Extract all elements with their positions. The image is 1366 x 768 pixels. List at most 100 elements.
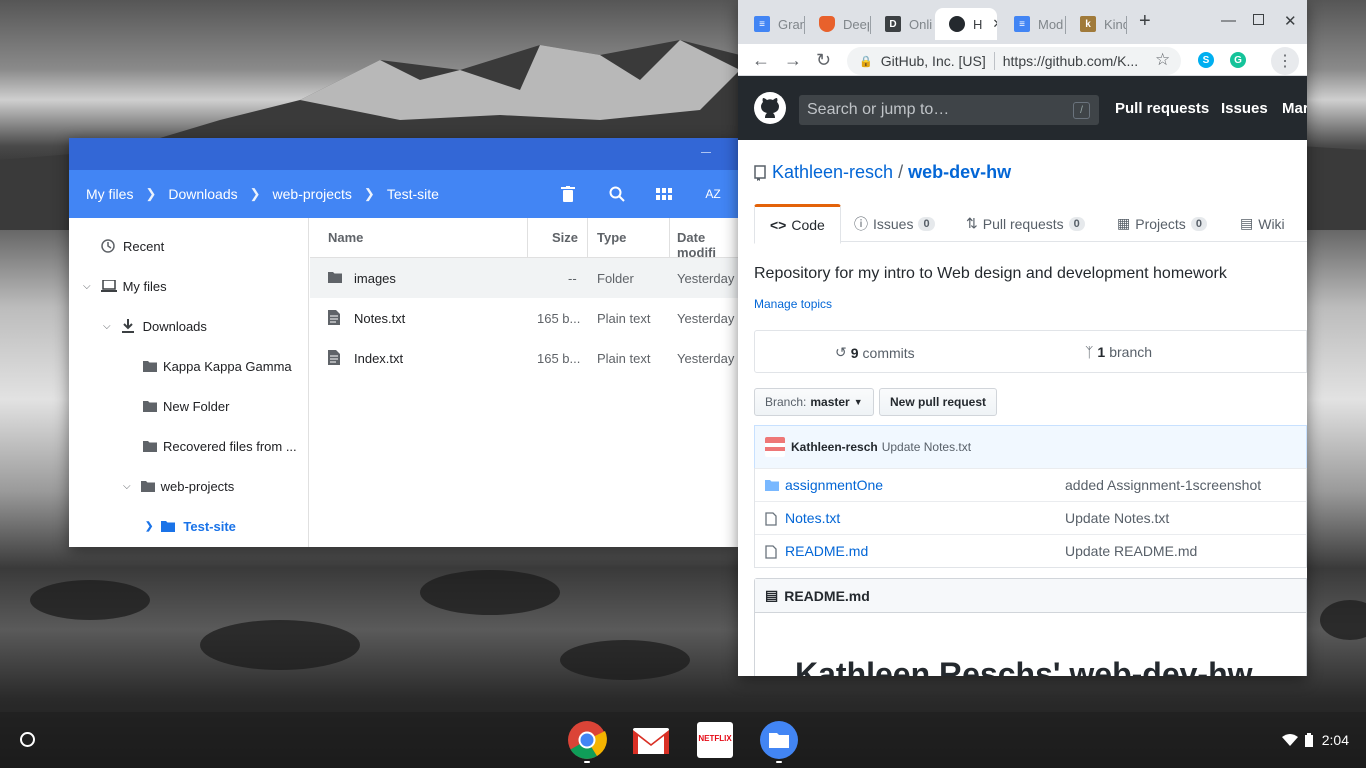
skype-icon[interactable]: S [1198, 52, 1214, 68]
wallpaper-rock [200, 620, 360, 670]
minimize-button[interactable] [701, 152, 711, 153]
tab-docs-2[interactable]: ≡ Mod [1000, 8, 1064, 40]
new-tab-button[interactable]: + [1139, 10, 1151, 33]
github-repo-page: Kathleen-resch / web-dev-hw <> Code ⓘ Issu… [738, 140, 1307, 676]
nav-issues[interactable]: Issues [1221, 100, 1268, 117]
avatar[interactable] [765, 437, 785, 457]
commits-link[interactable]: ↺ 9 commits [835, 344, 915, 361]
file-icon [765, 512, 777, 526]
running-indicator [776, 761, 782, 763]
shelf: NETFLIX 2:04 [0, 712, 1366, 768]
tab-issues[interactable]: ⓘ Issues 0 [854, 204, 935, 243]
column-name[interactable]: Name [328, 230, 363, 245]
sort-button[interactable]: AZ [703, 184, 723, 204]
folder-icon [140, 481, 155, 492]
chevron-down-icon[interactable]: ⌵ [123, 481, 131, 492]
chevron-right-icon[interactable]: ❯ [145, 521, 153, 532]
column-size[interactable]: Size [552, 230, 578, 245]
table-row[interactable]: README.md Update README.md [755, 534, 1306, 567]
minimize-button[interactable]: — [1221, 12, 1236, 29]
github-logo-icon[interactable] [754, 92, 786, 124]
repo-icon [754, 164, 766, 181]
gmail-icon[interactable] [631, 720, 671, 760]
branch-select-button[interactable]: Branch: master ▼ [754, 388, 874, 416]
folder-icon [161, 521, 176, 532]
sidebar-item-my-files[interactable]: ⌵ My files [83, 266, 167, 306]
branches-link[interactable]: ᛉ 1 branch [1085, 344, 1152, 360]
launcher-button[interactable] [20, 732, 35, 747]
chevron-down-icon[interactable]: ⌵ [83, 281, 91, 292]
sidebar-item-folder[interactable]: Recovered files from ... [143, 426, 297, 466]
sidebar-item-web-projects[interactable]: ⌵ web-projects [123, 466, 234, 506]
reload-button[interactable]: ↻ [816, 50, 831, 71]
commit-message[interactable]: Update Notes.txt [882, 440, 971, 454]
k-logo-icon: k [1080, 16, 1096, 32]
chevron-down-icon[interactable]: ⌵ [103, 321, 111, 332]
file-row[interactable]: images -- Folder Yesterday [310, 258, 739, 298]
d-logo-icon: D [885, 16, 901, 32]
breadcrumb-downloads[interactable]: Downloads [168, 186, 237, 202]
tab-code[interactable]: <> Code [754, 204, 841, 244]
breadcrumb-test-site[interactable]: Test-site [387, 186, 439, 202]
breadcrumb-web-projects[interactable]: web-projects [273, 186, 352, 202]
sidebar-item-downloads[interactable]: ⌵ Downloads [103, 306, 207, 346]
grammarly-icon[interactable]: G [1230, 52, 1246, 68]
tab-wiki[interactable]: ▤ Wiki [1240, 204, 1285, 243]
chrome-icon[interactable] [567, 720, 607, 760]
sidebar-item-recent[interactable]: Recent [101, 226, 164, 266]
repo-tabs: <> Code ⓘ Issues 0 ⇅ Pull requests 0 ▦ Project… [754, 204, 1307, 244]
sidebar-item-test-site[interactable]: ❯ Test-site [145, 506, 236, 546]
sidebar-item-folder[interactable]: Kappa Kappa Gamma [143, 346, 292, 386]
delete-icon[interactable] [558, 184, 578, 204]
tab-online[interactable]: D Onli [871, 8, 935, 40]
repo-name-link[interactable]: web-dev-hw [908, 162, 1011, 183]
url-text: https://github.com/K... [1002, 53, 1139, 69]
close-window-button[interactable]: ✕ [1284, 12, 1297, 30]
maximize-button[interactable] [1253, 14, 1264, 25]
nav-marketplace[interactable]: Mar [1282, 100, 1307, 117]
tab-github[interactable]: H✕ [935, 8, 997, 40]
file-table: assignmentOne added Assignment-1screensh… [754, 468, 1307, 568]
column-date[interactable]: Date modifi [677, 230, 739, 260]
repo-stats: ↺ 9 commits ᛉ 1 branch [754, 330, 1307, 373]
address-bar[interactable]: 🔒 GitHub, Inc. [US] https://github.com/K… [847, 47, 1181, 75]
files-icon[interactable] [759, 720, 799, 760]
back-button[interactable]: ← [752, 50, 770, 71]
tab-deep[interactable]: Deep [805, 8, 869, 40]
menu-icon[interactable]: ⋮ [1271, 47, 1299, 75]
tab-docs-1[interactable]: ≡ Gran [740, 8, 804, 40]
close-tab-icon[interactable]: ✕ [992, 16, 997, 32]
table-row[interactable]: assignmentOne added Assignment-1screensh… [755, 468, 1306, 501]
table-row[interactable]: Notes.txt Update Notes.txt [755, 501, 1306, 534]
netflix-icon[interactable]: NETFLIX [695, 720, 735, 760]
new-pull-request-button[interactable]: New pull request [879, 388, 998, 416]
bookmark-star-icon[interactable]: ☆ [1155, 50, 1170, 70]
status-area[interactable]: 2:04 [1281, 732, 1349, 748]
file-row[interactable]: Index.txt 165 b... Plain text Yesterday [310, 338, 739, 378]
forward-button[interactable]: → [784, 50, 802, 71]
tab-kind[interactable]: kKind [1066, 8, 1126, 40]
tab-projects[interactable]: ▦ Projects 0 [1117, 204, 1207, 243]
breadcrumb-my-files[interactable]: My files [86, 186, 133, 202]
repo-separator: / [898, 162, 904, 182]
repo-owner-link[interactable]: Kathleen-resch [772, 162, 893, 183]
toolbar: ← → ↻ 🔒 GitHub, Inc. [US] https://github… [738, 44, 1307, 76]
github-search-input[interactable]: Search or jump to… / [799, 95, 1099, 125]
file-row[interactable]: Notes.txt 165 b... Plain text Yesterday [310, 298, 739, 338]
search-icon[interactable] [607, 184, 627, 204]
folder-icon [143, 441, 157, 452]
code-icon: <> [770, 217, 787, 233]
commit-author[interactable]: Kathleen-resch [791, 440, 878, 454]
nav-pull-requests[interactable]: Pull requests [1115, 100, 1209, 117]
github-icon [949, 16, 965, 32]
grid-view-icon[interactable] [654, 184, 674, 204]
files-titlebar[interactable] [69, 138, 739, 170]
file-list: Name Size Type Date modifi images -- Fol… [310, 218, 739, 547]
chevron-right-icon: ❯ [249, 186, 261, 201]
sidebar-item-folder[interactable]: New Folder [143, 386, 229, 426]
column-type[interactable]: Type [597, 230, 626, 245]
tab-pull-requests[interactable]: ⇅ Pull requests 0 [966, 204, 1085, 243]
github-header: Search or jump to… / Pull requests Issues… [738, 76, 1307, 140]
manage-topics-link[interactable]: Manage topics [754, 297, 832, 311]
repo-title: Kathleen-resch / web-dev-hw [754, 162, 1011, 183]
